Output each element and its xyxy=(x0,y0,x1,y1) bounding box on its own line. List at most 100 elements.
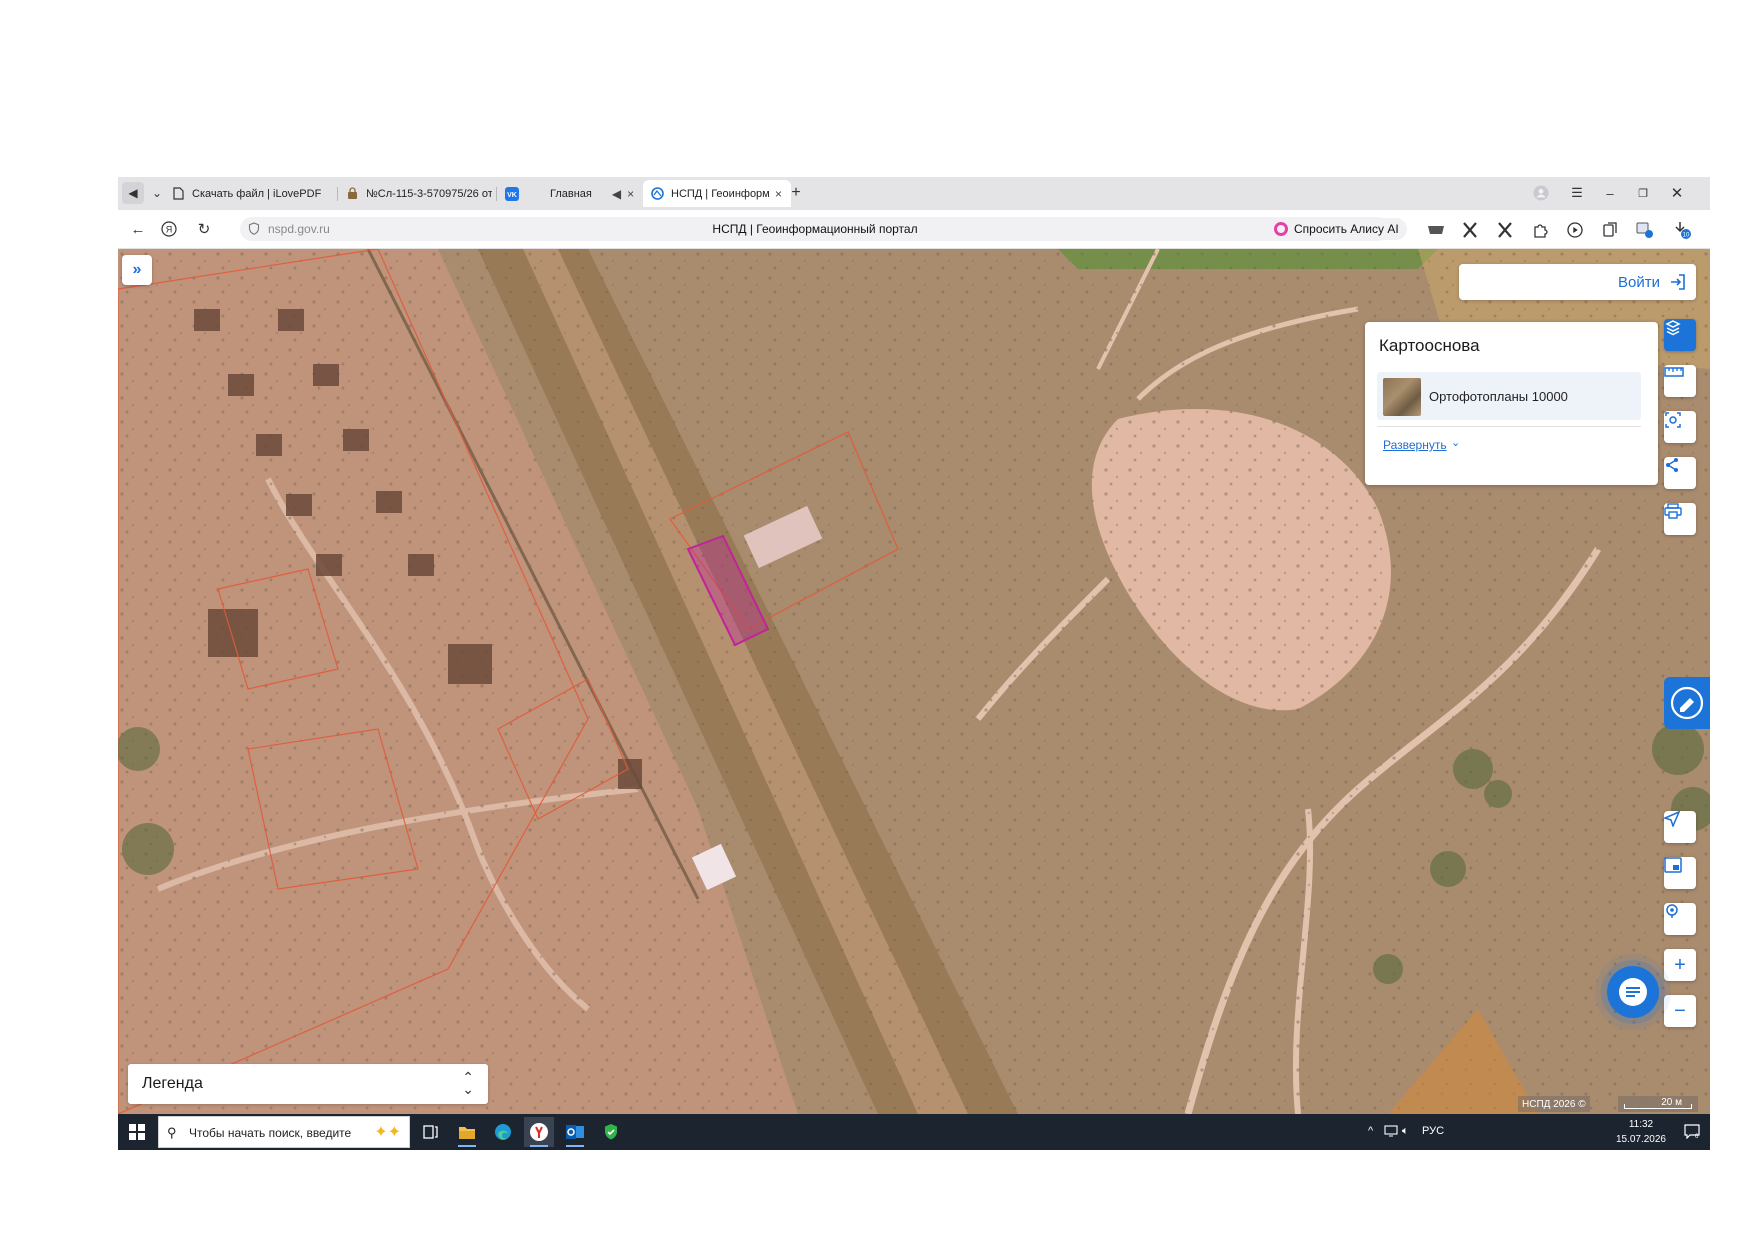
basemap-title: Картооснова xyxy=(1379,336,1480,355)
basemap-icon[interactable] xyxy=(1664,319,1696,351)
outlook-icon[interactable] xyxy=(560,1117,590,1147)
menu-icon[interactable]: ☰ xyxy=(1567,183,1587,203)
scale-bar-line xyxy=(1624,1104,1692,1109)
feedback-icon xyxy=(1670,686,1704,720)
tab-ilovepdf[interactable]: Скачать файл | iLovePDF xyxy=(170,180,330,207)
scale-bar: 20 м xyxy=(1618,1096,1698,1112)
chevron-down-icon: ⌄ xyxy=(1451,437,1461,449)
sparkle-icon: ✦✦ xyxy=(374,1124,401,1141)
login-label: Войти xyxy=(1618,274,1660,291)
taskbar-search[interactable]: ⚲ Чтобы начать поиск, введите ✦✦ xyxy=(158,1116,410,1148)
search-icon: ⚲ xyxy=(167,1125,177,1140)
tab-vk[interactable]: VK Главная ◀︎ × xyxy=(504,180,638,207)
legend-label: Легенда xyxy=(142,1075,203,1092)
volume-icon[interactable]: 🔈︎ xyxy=(1402,1125,1409,1138)
tab-bar: ◀︎ ⌄ Скачать файл | iLovePDF №Сл-115-3-5… xyxy=(118,177,1710,210)
geo-search-icon[interactable] xyxy=(1664,903,1696,935)
svg-text:Я: Я xyxy=(166,225,173,235)
edge-icon[interactable] xyxy=(488,1117,518,1147)
svg-text:VK: VK xyxy=(507,192,517,199)
restore-icon[interactable]: ❐ xyxy=(1633,183,1653,203)
expand-sidebar-icon[interactable]: » xyxy=(122,255,152,285)
alice-button[interactable]: Спросить Алису AI xyxy=(1268,218,1407,240)
tab-divider xyxy=(337,187,338,201)
tab-label: НСПД | Геоинформаци xyxy=(671,187,769,200)
feedback-button[interactable] xyxy=(1664,677,1710,729)
basemap-option-label: Ортофотопланы 10000 xyxy=(1429,389,1568,404)
lock-icon xyxy=(344,186,360,202)
basemap-thumbnail xyxy=(1383,378,1421,416)
tab-list-chevron-icon[interactable]: ⌄ xyxy=(146,182,168,204)
clock[interactable]: 11:32 15.07.2026 xyxy=(1616,1117,1666,1147)
notifications-icon[interactable]: 6 xyxy=(1684,1123,1700,1140)
extension-icon[interactable] xyxy=(1459,219,1481,241)
task-view-icon[interactable] xyxy=(416,1117,446,1147)
page-icon xyxy=(170,186,186,202)
file-explorer-icon[interactable] xyxy=(452,1117,482,1147)
share-icon[interactable] xyxy=(1664,457,1696,489)
tab-divider xyxy=(496,187,497,201)
basemap-panel: Картооснова Ортофотопланы 10000 Разверну… xyxy=(1365,322,1658,485)
security-shield-icon[interactable] xyxy=(596,1117,626,1147)
reload-icon[interactable]: ↻ xyxy=(194,219,214,239)
downloads-icon[interactable]: 10 xyxy=(1671,219,1693,241)
tab-label: №Сл-115-3-570975/26 от xyxy=(366,187,492,200)
ruler-icon[interactable] xyxy=(1664,365,1696,397)
select-area-icon[interactable] xyxy=(1664,411,1696,443)
basemap-option[interactable]: Ортофотопланы 10000 xyxy=(1377,372,1641,420)
tray-overflow-icon[interactable]: ^ xyxy=(1368,1125,1373,1137)
address-bar: ← Я ↻ nspd.gov.ru НСПД | Геоинформационн… xyxy=(118,210,1710,249)
map-canvas[interactable]: » Войти Картооснова Ортофотопланы 10000 … xyxy=(118,249,1710,1114)
collections-icon[interactable] xyxy=(1599,219,1621,241)
window-close-icon[interactable]: ✕ xyxy=(1667,183,1687,203)
minimize-icon[interactable]: – xyxy=(1600,183,1620,203)
extension-icon[interactable] xyxy=(1425,219,1447,241)
back-icon[interactable]: ← xyxy=(128,219,148,239)
audio-tabs-icon[interactable]: ◀︎ xyxy=(122,182,144,204)
media-icon[interactable] xyxy=(1564,219,1586,241)
tab-nspd[interactable]: НСПД | Геоинформаци × xyxy=(643,180,791,207)
puzzle-icon[interactable] xyxy=(1529,219,1551,241)
zoom-in-icon[interactable]: + xyxy=(1664,949,1696,981)
chat-icon xyxy=(1619,978,1647,1006)
mute-icon[interactable]: ◀︎ xyxy=(612,187,621,201)
chat-button[interactable] xyxy=(1607,966,1659,1018)
yandex-browser-icon[interactable] xyxy=(524,1117,554,1147)
clock-date: 15.07.2026 xyxy=(1615,1134,1666,1145)
site-icon xyxy=(649,186,665,202)
print-icon[interactable] xyxy=(1664,503,1696,535)
new-tab-icon[interactable]: + xyxy=(785,182,807,204)
divider xyxy=(1377,426,1641,427)
locate-icon[interactable] xyxy=(1664,811,1696,843)
minimap-icon[interactable] xyxy=(1664,857,1696,889)
network-icon[interactable] xyxy=(1384,1125,1398,1140)
close-tab-icon[interactable]: × xyxy=(775,187,782,201)
language-indicator[interactable]: РУС xyxy=(1422,1125,1444,1137)
tab-document[interactable]: №Сл-115-3-570975/26 от xyxy=(344,180,492,207)
taskbar: ⚲ Чтобы начать поиск, введите ✦✦ ^ 🔈︎ РУ… xyxy=(118,1114,1710,1150)
tab-label: Скачать файл | iLovePDF xyxy=(192,187,322,200)
translate-icon[interactable] xyxy=(1634,219,1656,241)
extension-icon[interactable] xyxy=(1494,219,1516,241)
svg-text:10: 10 xyxy=(1683,233,1690,239)
alice-label: Спросить Алису AI xyxy=(1294,222,1399,236)
legend-dropdown[interactable]: Легенда ⌃ ⌄ xyxy=(128,1064,488,1104)
vk-icon: VK xyxy=(504,186,520,202)
login-button[interactable]: Войти xyxy=(1459,264,1696,300)
start-icon[interactable] xyxy=(124,1120,150,1144)
expand-link[interactable]: Развернуть xyxy=(1383,438,1447,452)
zoom-out-icon[interactable]: − xyxy=(1664,995,1696,1027)
yandex-icon[interactable]: Я xyxy=(159,219,179,239)
screenshot: ◀︎ ⌄ Скачать файл | iLovePDF №Сл-115-3-5… xyxy=(118,177,1710,1150)
page-title: НСПД | Геоинформационный портал xyxy=(712,222,918,236)
profile-icon[interactable] xyxy=(1531,183,1551,203)
attribution: НСПД 2026 © xyxy=(1518,1096,1590,1112)
search-placeholder: Чтобы начать поиск, введите xyxy=(189,1126,352,1140)
expand-collapse-icon: ⌃ ⌄ xyxy=(462,1069,474,1097)
login-icon xyxy=(1668,272,1688,292)
tab-label: Главная xyxy=(550,187,592,200)
close-tab-icon[interactable]: × xyxy=(627,187,634,201)
url-field[interactable]: nspd.gov.ru НСПД | Геоинформационный пор… xyxy=(240,217,1390,241)
clock-time: 11:32 xyxy=(1628,1119,1654,1130)
alice-icon xyxy=(1274,222,1288,236)
